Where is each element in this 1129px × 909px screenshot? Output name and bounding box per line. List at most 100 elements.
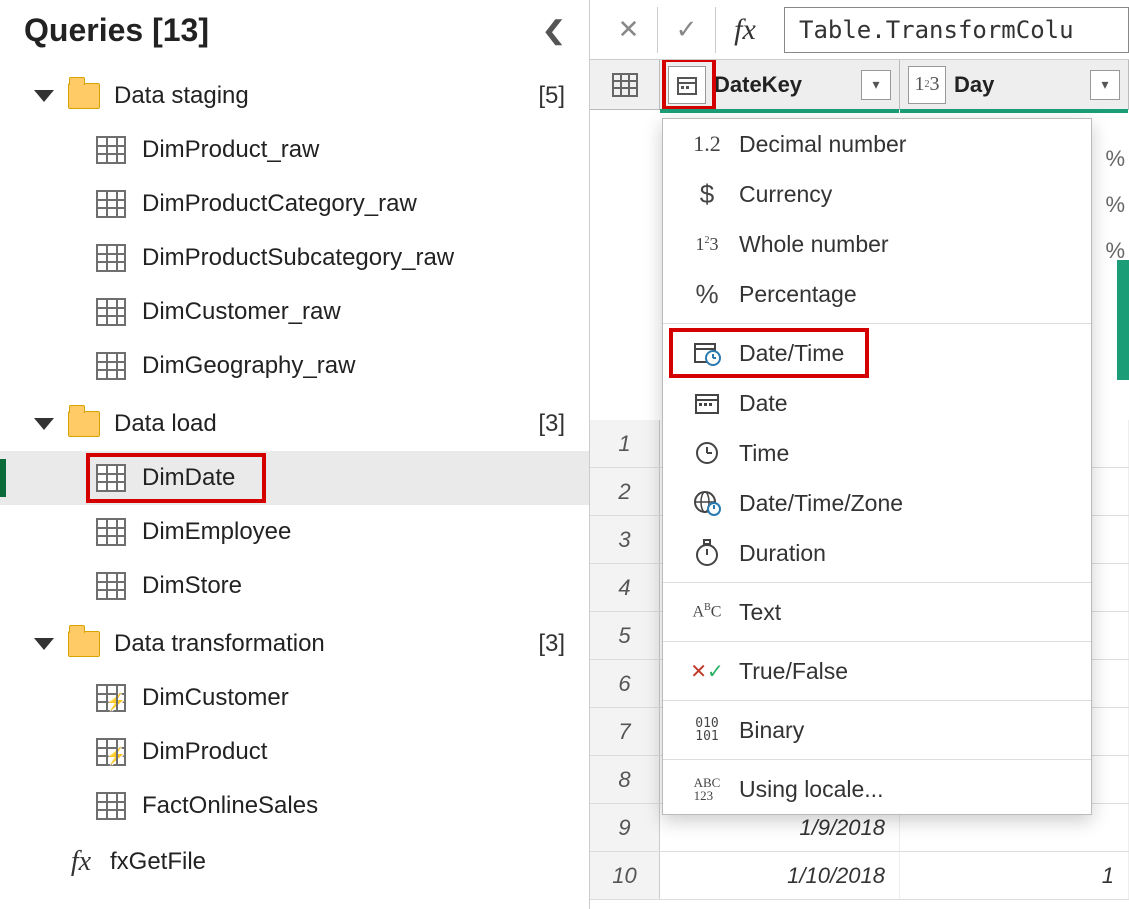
group-header-data-load[interactable]: Data load [3]	[0, 397, 589, 451]
row-number: 1	[590, 420, 660, 467]
menu-separator	[663, 641, 1091, 642]
type-icon: ABC	[685, 603, 729, 620]
table-icon: ⚡	[96, 684, 126, 712]
type-menu-item-binary[interactable]: 010101Binary	[663, 705, 1091, 755]
type-label: Percentage	[739, 281, 857, 308]
side-quality-bar	[1117, 260, 1129, 380]
group-count: [3]	[538, 630, 565, 658]
type-icon: 1.2	[685, 131, 729, 157]
type-icon: ✕✓	[685, 659, 729, 684]
row-number: 9	[590, 804, 660, 851]
lightning-icon: ⚡	[106, 746, 126, 766]
query-item[interactable]: ⚡ DimCustomer	[0, 671, 589, 725]
column-type-button[interactable]	[668, 66, 706, 104]
type-menu-item-currency[interactable]: $Currency	[663, 169, 1091, 219]
cell-datekey[interactable]: 1/10/2018	[660, 852, 900, 899]
query-item[interactable]: DimProductSubcategory_raw	[0, 231, 589, 285]
collapse-sidebar-chevron-icon[interactable]: ❮	[541, 15, 567, 46]
table-corner-icon[interactable]	[590, 60, 660, 109]
row-number: 5	[590, 612, 660, 659]
queries-title: Queries [13]	[24, 12, 543, 49]
type-icon: $	[685, 179, 729, 210]
type-label: Duration	[739, 540, 826, 567]
column-filter-dropdown[interactable]: ▾	[861, 70, 891, 100]
type-menu-item-duration[interactable]: Duration	[663, 528, 1091, 578]
type-menu-item-using-locale-[interactable]: ABC123 Using locale...	[663, 764, 1091, 814]
function-item[interactable]: fx fxGetFile	[0, 835, 589, 889]
group-label: Data staging	[114, 82, 538, 110]
type-menu-item-decimal-number[interactable]: 1.2Decimal number	[663, 119, 1091, 169]
table-icon	[96, 190, 126, 218]
menu-separator	[663, 323, 1091, 324]
fx-icon: fx	[716, 7, 774, 53]
cell-day[interactable]: 1	[900, 852, 1129, 899]
table-row[interactable]: 101/10/20181	[590, 852, 1129, 900]
query-item[interactable]: FactOnlineSales	[0, 779, 589, 833]
expand-caret-icon	[34, 418, 54, 430]
query-label: fxGetFile	[110, 848, 206, 876]
type-icon: %	[685, 279, 729, 310]
query-label: DimCustomer	[142, 684, 289, 712]
column-name: DateKey	[714, 72, 855, 98]
table-icon	[96, 518, 126, 546]
group-data-staging: Data staging [5] DimProduct_raw DimProdu…	[0, 67, 589, 395]
table-icon: ⚡	[96, 738, 126, 766]
query-item[interactable]: DimGeography_raw	[0, 339, 589, 393]
type-label: Using locale...	[739, 776, 883, 803]
type-menu-item-date-time[interactable]: Date/Time	[663, 328, 1091, 378]
calendar-icon	[676, 74, 698, 96]
type-menu-item-whole-number[interactable]: 123Whole number	[663, 219, 1091, 269]
column-type-button[interactable]: 123	[908, 66, 946, 104]
group-label: Data load	[114, 410, 538, 438]
type-menu-item-percentage[interactable]: % Percentage	[663, 269, 1091, 319]
group-label: Data transformation	[114, 630, 538, 658]
formula-bar: ✕ ✓ fx Table.TransformColu	[590, 0, 1129, 60]
query-item[interactable]: DimProduct_raw	[0, 123, 589, 177]
queries-sidebar: Queries [13] ❮ Data staging [5] DimProdu…	[0, 0, 590, 909]
query-item[interactable]: DimProductCategory_raw	[0, 177, 589, 231]
fx-icon: fx	[66, 846, 96, 878]
group-data-load: Data load [3] DimDate DimEmployee DimSto…	[0, 395, 589, 615]
query-item[interactable]: DimCustomer_raw	[0, 285, 589, 339]
folder-icon	[68, 83, 100, 109]
expand-caret-icon	[34, 638, 54, 650]
type-menu-item-time[interactable]: Time	[663, 428, 1091, 478]
column-quality-bar	[900, 109, 1128, 113]
type-menu-item-date-time-zone[interactable]: Date/Time/Zone	[663, 478, 1091, 528]
type-icon	[685, 539, 729, 567]
group-header-data-transformation[interactable]: Data transformation [3]	[0, 617, 589, 671]
commit-formula-button[interactable]: ✓	[658, 7, 716, 53]
column-filter-dropdown[interactable]: ▾	[1090, 70, 1120, 100]
type-menu-item-true-false[interactable]: ✕✓True/False	[663, 646, 1091, 696]
percent-text: %	[1105, 192, 1125, 218]
row-number: 8	[590, 756, 660, 803]
folder-icon	[68, 631, 100, 657]
row-number: 3	[590, 516, 660, 563]
row-number: 10	[590, 852, 660, 899]
type-label: Date/Time	[739, 340, 844, 367]
query-item[interactable]: ⚡ DimProduct	[0, 725, 589, 779]
query-item-dimdate[interactable]: DimDate	[0, 451, 589, 505]
query-label: DimStore	[142, 572, 242, 600]
formula-input[interactable]: Table.TransformColu	[784, 7, 1129, 53]
type-label: Date	[739, 390, 788, 417]
type-menu-item-date[interactable]: Date	[663, 378, 1091, 428]
query-item[interactable]: DimStore	[0, 559, 589, 613]
query-item[interactable]: DimEmployee	[0, 505, 589, 559]
menu-separator	[663, 759, 1091, 760]
type-icon: 123	[685, 234, 729, 255]
table-icon	[96, 244, 126, 272]
query-label: DimProduct	[142, 738, 267, 766]
table-icon	[96, 136, 126, 164]
cancel-formula-button[interactable]: ✕	[600, 7, 658, 53]
column-header-row: DateKey ▾ 123 Day ▾	[590, 60, 1129, 110]
column-header-day[interactable]: 123 Day ▾	[900, 60, 1129, 109]
column-header-datekey[interactable]: DateKey ▾	[660, 60, 900, 109]
table-icon	[96, 792, 126, 820]
row-number: 6	[590, 660, 660, 707]
group-header-data-staging[interactable]: Data staging [5]	[0, 69, 589, 123]
query-label: DimProductSubcategory_raw	[142, 244, 454, 272]
type-icon: ABC123	[685, 776, 729, 802]
type-menu-item-text[interactable]: ABCText	[663, 587, 1091, 637]
table-icon	[96, 572, 126, 600]
